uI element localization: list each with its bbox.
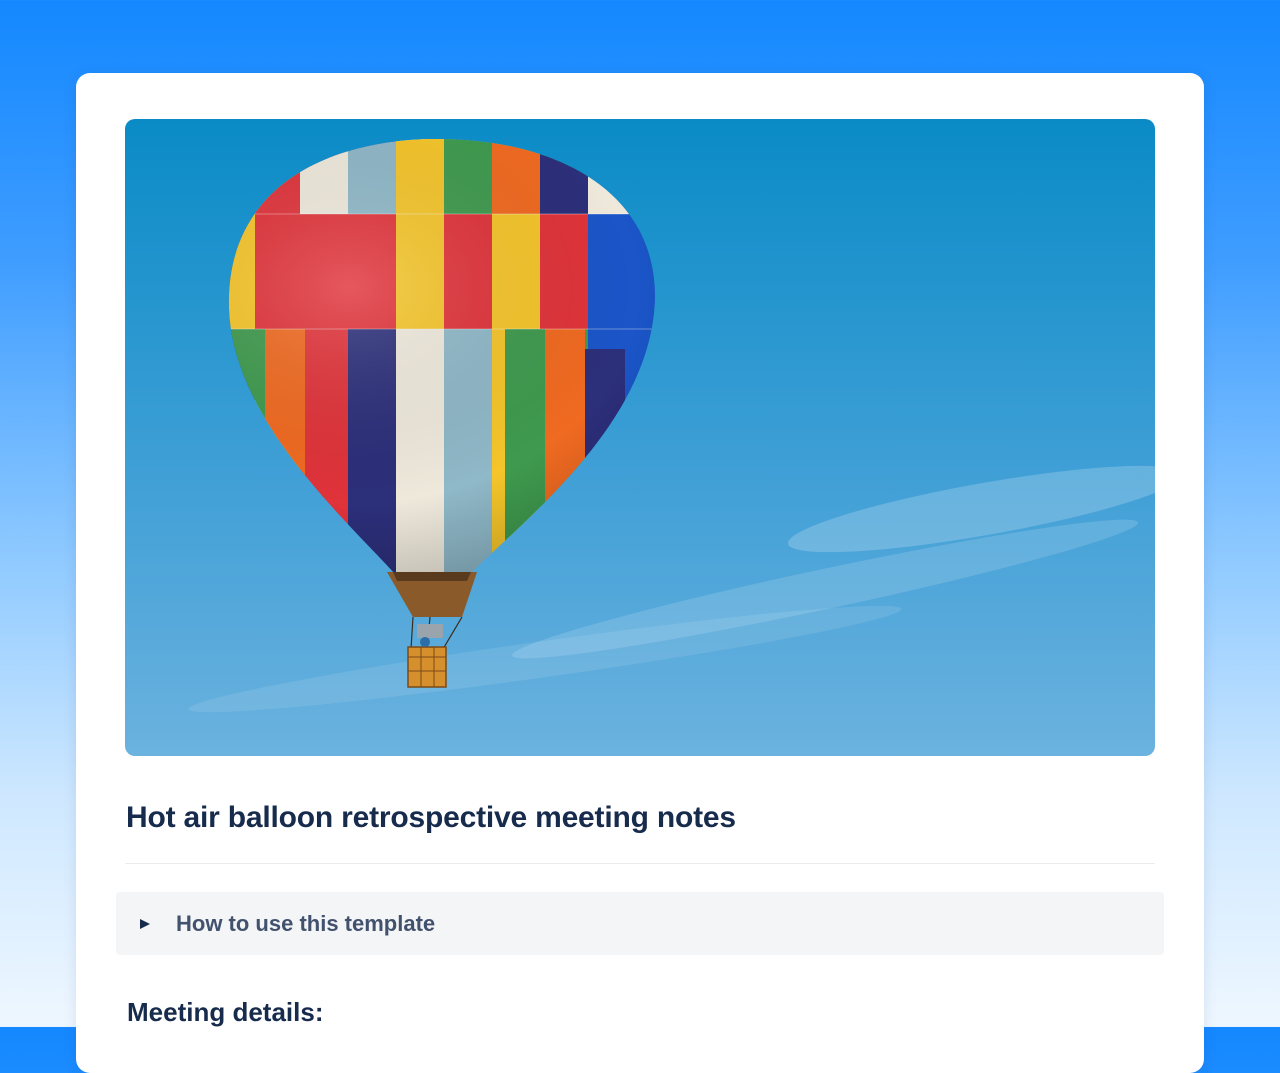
title-divider [125, 863, 1155, 864]
how-to-use-expand[interactable]: How to use this template [116, 892, 1164, 955]
cover-image [125, 119, 1155, 756]
meeting-details-heading: Meeting details: [127, 997, 324, 1027]
page-card: Hot air balloon retrospective meeting no… [76, 73, 1204, 1073]
expand-label: How to use this template [176, 910, 436, 936]
triangle-right-icon[interactable] [139, 918, 151, 930]
page-title: Hot air balloon retrospective meeting no… [126, 801, 736, 834]
